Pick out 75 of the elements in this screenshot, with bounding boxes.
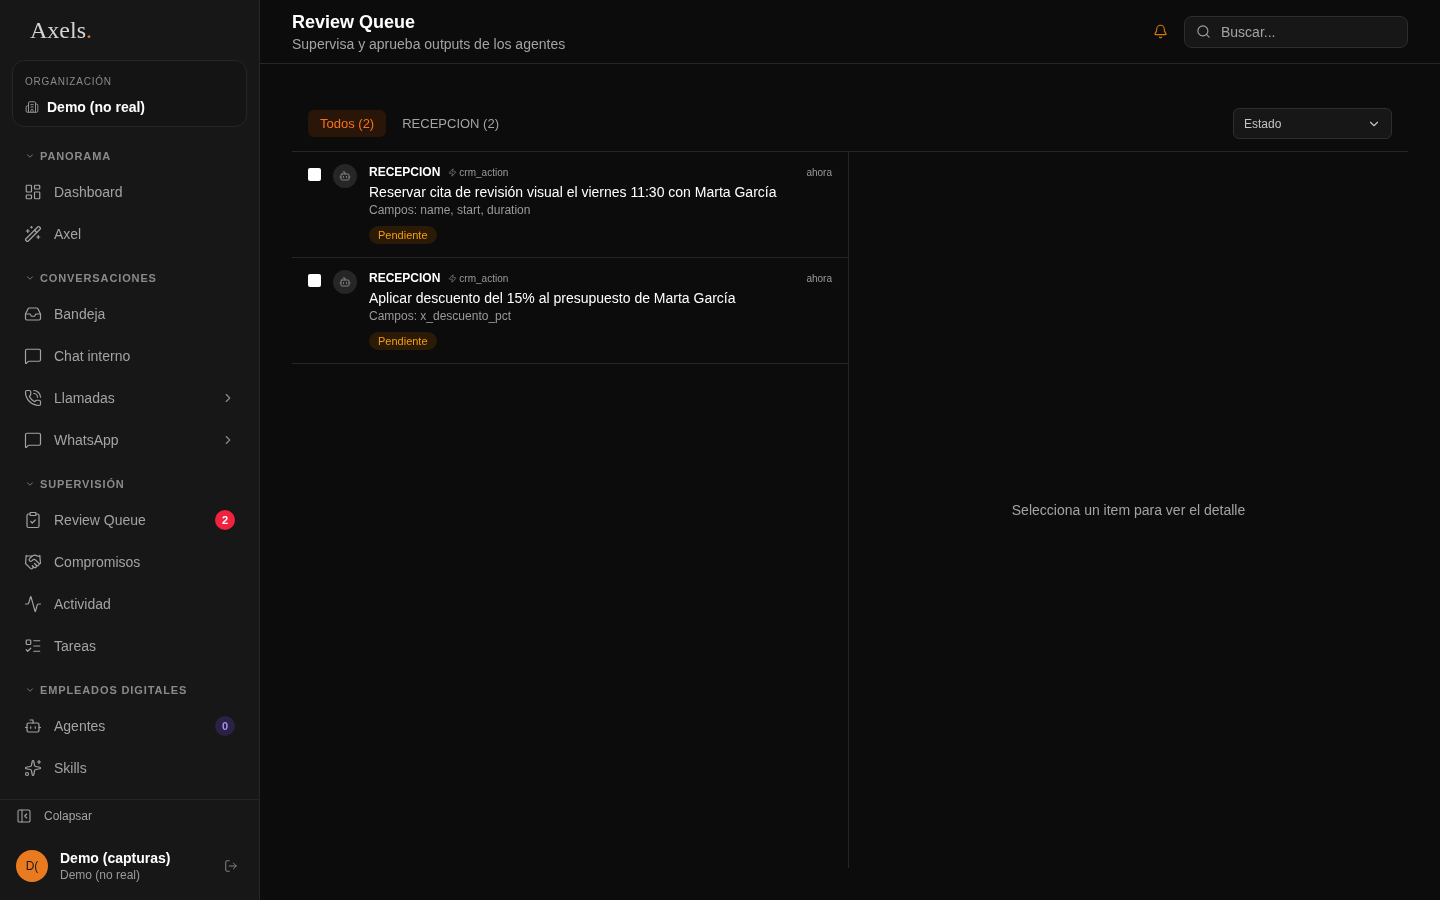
page-subtitle: Supervisa y aprueba outputs de los agentes — [292, 34, 567, 54]
logout-icon — [224, 859, 238, 873]
empty-detail-message: Selecciona un item para ver el detalle — [1011, 500, 1246, 520]
item-fields: Campos: name, start, duration — [369, 202, 832, 218]
nav-item[interactable]: WhatsApp — [12, 419, 247, 461]
handshake-icon — [24, 553, 42, 571]
item-time: ahora — [806, 271, 832, 286]
page-title: Review Queue — [292, 10, 417, 34]
lightning-icon — [448, 273, 458, 283]
checkbox[interactable] — [308, 168, 321, 181]
chevron-down-icon[interactable] — [25, 685, 35, 695]
item-title: Aplicar descuento del 15% al presupuesto de Marta García — [369, 289, 737, 308]
item-fields: Campos: x_descuento_pct — [369, 308, 832, 324]
checklist-icon — [24, 637, 42, 655]
collapse-button[interactable]: Colapsar — [0, 800, 109, 832]
nav-item[interactable]: Compromisos — [12, 541, 247, 583]
bell-icon — [1152, 24, 1168, 39]
pulse-line-icon — [24, 595, 42, 613]
section-heading: SUPERVISIÓN — [40, 477, 125, 491]
robot-icon — [24, 717, 42, 735]
phone-icon — [24, 389, 42, 407]
inbox-icon — [24, 305, 42, 323]
chevron-down-icon[interactable] — [25, 479, 35, 489]
robot-avatar-icon — [333, 270, 357, 294]
item-action: crm_action — [459, 271, 509, 286]
section-heading: CONVERSACIONES — [40, 271, 157, 285]
sidebar-panel-icon — [16, 808, 32, 824]
nav-item[interactable]: Actividad — [12, 583, 247, 625]
nav-item[interactable]: Llamadas — [12, 377, 247, 419]
status-dropdown[interactable]: Estado — [1233, 108, 1392, 139]
chevron-down-icon[interactable] — [25, 273, 35, 283]
item-time: ahora — [806, 165, 832, 180]
item-source: RECEPCION — [369, 270, 441, 287]
nav-item[interactable]: Tareas — [12, 625, 247, 667]
count-badge: 2 — [215, 510, 235, 530]
search-field[interactable]: Buscar... — [1184, 15, 1408, 48]
notifications-button[interactable] — [1152, 23, 1168, 40]
nav-item[interactable]: Bandeja — [12, 293, 247, 335]
nav-item[interactable]: Agentes 0 — [12, 705, 247, 747]
item-action: crm_action — [459, 165, 509, 180]
section-heading: PANORAMA — [40, 149, 111, 163]
clipboard-check-icon — [24, 511, 42, 529]
robot-avatar-icon — [333, 164, 357, 188]
checkbox[interactable] — [308, 274, 321, 287]
chat-bubble-icon — [24, 431, 42, 449]
chat-bubble-icon — [24, 347, 42, 365]
nav-item[interactable]: Skills — [12, 747, 247, 789]
status-badge: Pendiente — [369, 226, 437, 244]
user-organization: Demo (no real) — [60, 867, 142, 883]
user-name: Demo (capturas) — [60, 849, 172, 867]
nav-item[interactable]: Dashboard — [12, 171, 247, 213]
item-source: RECEPCION — [369, 164, 441, 181]
nav-item[interactable]: Review Queue 2 — [12, 499, 247, 541]
queue-item[interactable]: RECEPCION crm_action ahora Reservar cita de revisión visual el viernes 11:30 con Marta García Campos: name, start, duration Pendiente — [292, 152, 848, 258]
nav-item[interactable]: Chat interno — [12, 335, 247, 377]
status-badge: Pendiente — [369, 332, 437, 350]
filter-tab[interactable]: RECEPCION (2) — [390, 110, 511, 137]
lightning-icon — [448, 167, 458, 177]
search-icon — [1196, 24, 1211, 39]
organization-card[interactable]: ORGANIZACIÓN Demo (no real) — [12, 60, 247, 127]
nav-item[interactable]: Axel — [12, 213, 247, 255]
chevron-down-icon[interactable] — [25, 151, 35, 161]
organization-label: ORGANIZACIÓN — [25, 75, 113, 89]
section-heading: EMPLEADOS DIGITALES — [40, 683, 188, 697]
filter-tab[interactable]: Todos (2) — [308, 110, 387, 137]
avatar-initials: D( — [16, 850, 48, 882]
app-logo: Axels. — [30, 18, 92, 42]
building-icon — [25, 100, 39, 114]
item-title: Reservar cita de revisión visual el viernes 11:30 con Marta García — [369, 183, 778, 202]
sparkles-icon — [24, 759, 42, 777]
organization-name: Demo (no real) — [47, 98, 145, 117]
grid-icon — [24, 183, 42, 201]
queue-item[interactable]: RECEPCION crm_action ahora Aplicar descuento del 15% al presupuesto de Marta García Campos: x_descuento_pct Pendiente — [292, 258, 848, 364]
magic-wand-icon — [24, 225, 42, 243]
count-badge: 0 — [215, 716, 235, 736]
